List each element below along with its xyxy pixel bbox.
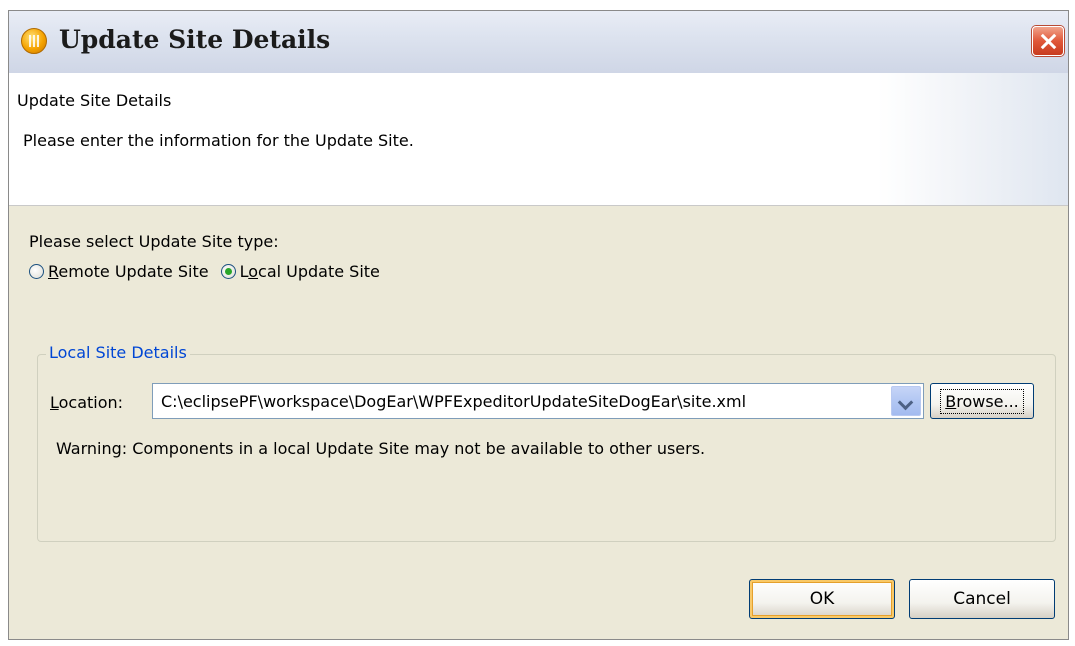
local-site-details-group: Local Site Details Location: Browse... W… bbox=[37, 343, 1056, 542]
ok-button[interactable]: OK bbox=[749, 579, 895, 619]
banner-description: Please enter the information for the Upd… bbox=[23, 131, 414, 150]
radio-checked-icon[interactable] bbox=[220, 264, 236, 279]
remote-update-site-label[interactable]: Remote Update Site bbox=[48, 262, 209, 281]
warning-text: Warning: Components in a local Update Si… bbox=[56, 439, 706, 458]
location-input[interactable] bbox=[153, 384, 879, 418]
cancel-button[interactable]: Cancel bbox=[909, 579, 1055, 619]
local-update-site-label[interactable]: Local Update Site bbox=[240, 262, 380, 281]
header-banner: Update Site Details Please enter the inf… bbox=[9, 73, 1068, 206]
location-combobox[interactable] bbox=[152, 383, 924, 419]
browse-button[interactable]: Browse... bbox=[930, 383, 1034, 419]
dialog-content: Please select Update Site type: Remote U… bbox=[9, 206, 1068, 639]
site-type-label: Please select Update Site type: bbox=[29, 232, 279, 251]
banner-title: Update Site Details bbox=[17, 91, 172, 110]
location-label: Location: bbox=[50, 393, 124, 412]
group-title: Local Site Details bbox=[46, 343, 190, 362]
chevron-down-icon[interactable] bbox=[891, 386, 921, 416]
site-type-radio-group: Remote Update Site Local Update Site bbox=[29, 262, 392, 281]
radio-unchecked-icon[interactable] bbox=[29, 264, 44, 279]
close-button[interactable] bbox=[1032, 26, 1064, 56]
app-icon bbox=[21, 28, 47, 54]
dialog-window: Update Site Details Update Site Details … bbox=[8, 10, 1069, 640]
title-bar[interactable]: Update Site Details bbox=[9, 11, 1068, 74]
local-update-site-radio[interactable]: Local Update Site bbox=[220, 262, 380, 281]
window-title: Update Site Details bbox=[59, 25, 331, 54]
remote-update-site-radio[interactable]: Remote Update Site bbox=[29, 262, 209, 281]
